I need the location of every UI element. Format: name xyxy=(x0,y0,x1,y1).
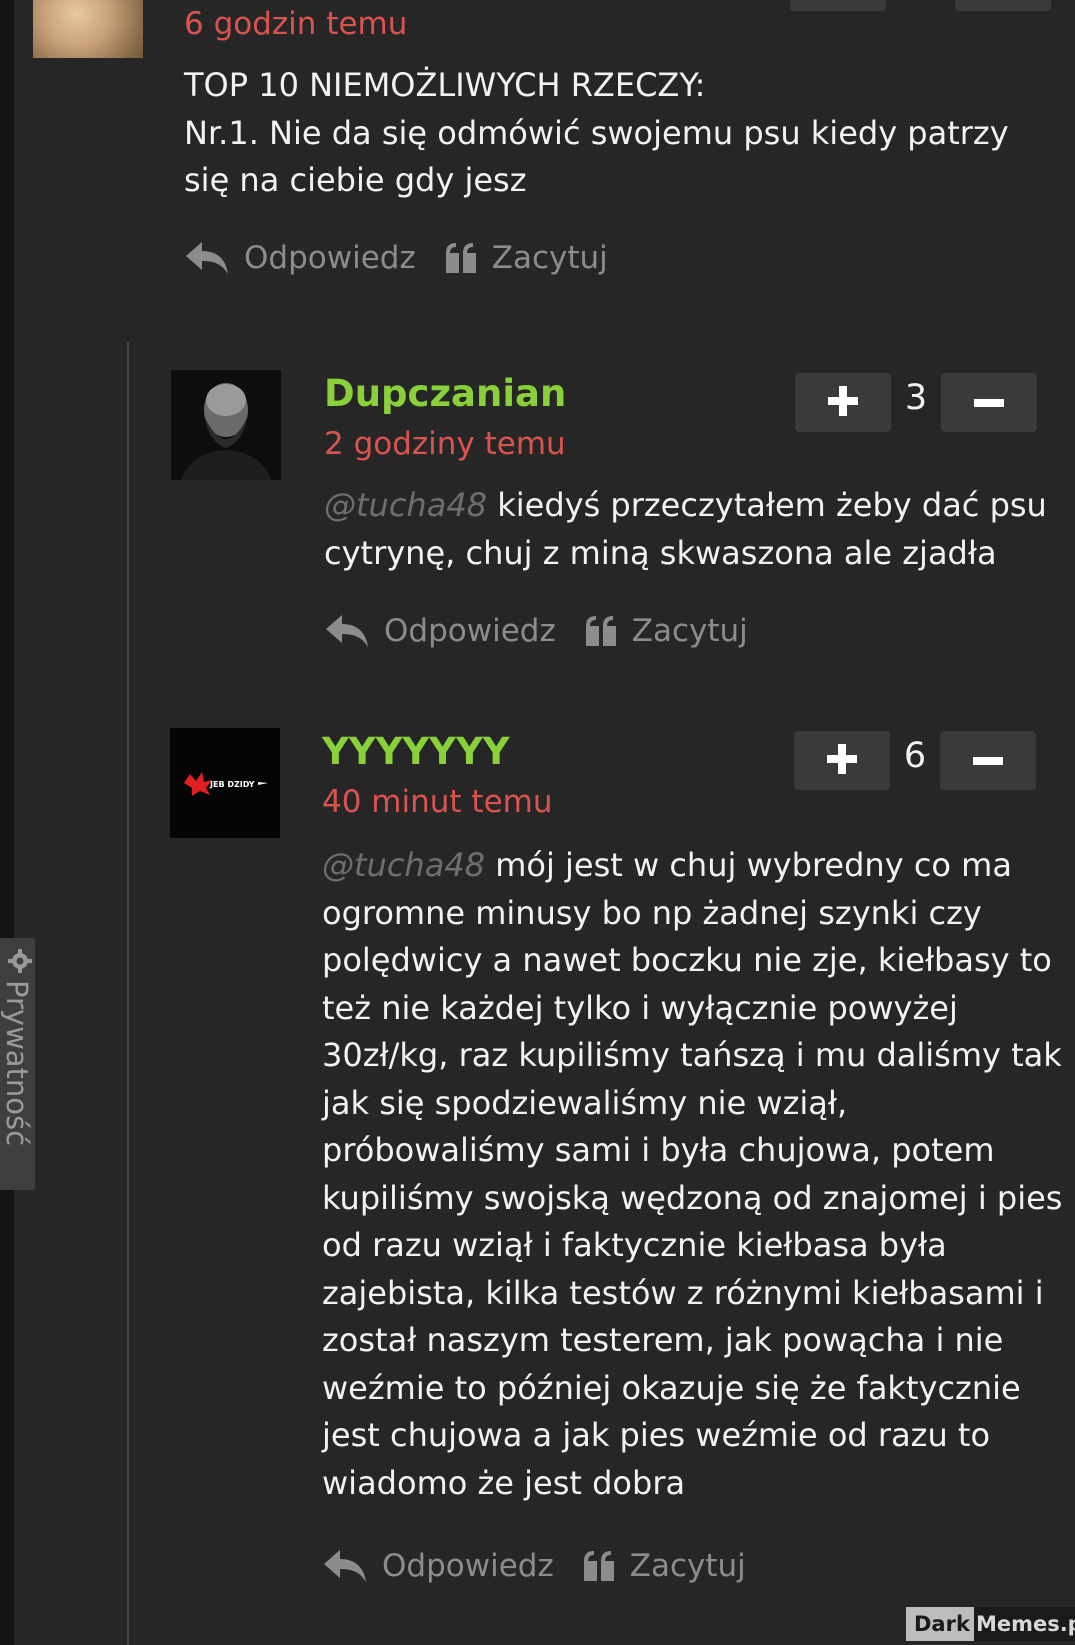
reply-label: Odpowiedz xyxy=(384,613,556,649)
quote-icon xyxy=(584,614,632,648)
upvote-button[interactable] xyxy=(794,731,890,790)
reply-button[interactable]: Odpowiedz xyxy=(324,613,556,649)
downvote-button[interactable] xyxy=(955,0,1051,11)
vote-score: 3 xyxy=(904,378,928,418)
comment-timestamp: 40 minut temu xyxy=(322,784,553,820)
reply-icon xyxy=(324,613,384,649)
downvote-button[interactable] xyxy=(940,731,1036,790)
reply-button[interactable]: Odpowiedz xyxy=(322,1548,554,1584)
comment-text: @tucha48 kiedyś przeczytałem żeby dać ps… xyxy=(324,482,1064,577)
reply-button[interactable]: Odpowiedz xyxy=(184,240,416,276)
plus-icon xyxy=(825,742,859,780)
user-mention[interactable]: @tucha48 xyxy=(324,486,487,524)
upvote-button[interactable] xyxy=(790,0,886,11)
quote-label: Zacytuj xyxy=(631,613,748,649)
comment-text: @tucha48 mój jest w chuj wybredny co ma … xyxy=(322,842,1067,1507)
minus-icon xyxy=(973,751,1003,770)
reply-icon xyxy=(322,1548,382,1584)
comment-actions: Odpowiedz Zacytuj xyxy=(324,613,748,649)
privacy-settings-tab[interactable]: Prywatność xyxy=(0,938,35,1190)
quote-button[interactable]: Zacytuj xyxy=(584,613,748,649)
avatar[interactable] xyxy=(171,370,281,480)
watermark-part: Memes.pl xyxy=(973,1607,1075,1641)
watermark-part: Dark xyxy=(906,1607,974,1641)
avatar-logo: JEB DZIDY xyxy=(184,772,268,796)
thread-indent-line xyxy=(127,342,129,1645)
user-mention[interactable]: @tucha48 xyxy=(322,846,485,884)
username[interactable]: Dupczanian xyxy=(324,372,566,415)
avatar-photo xyxy=(171,370,281,480)
quote-label: Zacytuj xyxy=(491,240,608,276)
quote-button[interactable]: Zacytuj xyxy=(582,1548,746,1584)
gear-icon xyxy=(0,948,34,980)
quote-label: Zacytuj xyxy=(629,1548,746,1584)
username[interactable]: YYYYYYY xyxy=(322,730,510,773)
site-watermark: Dark Memes.pl xyxy=(906,1607,1075,1641)
quote-icon xyxy=(444,241,492,275)
privacy-label: Prywatność xyxy=(0,980,34,1147)
upvote-button[interactable] xyxy=(795,373,891,432)
vote-score: 6 xyxy=(903,736,927,776)
comment-actions: Odpowiedz Zacytuj xyxy=(184,240,608,276)
avatar[interactable] xyxy=(33,0,143,58)
quote-button[interactable]: Zacytuj xyxy=(444,240,608,276)
quote-icon xyxy=(582,1549,630,1583)
reply-icon xyxy=(184,240,244,276)
comment-text-line: TOP 10 NIEMOŻLIWYCH RZECZY: xyxy=(184,66,706,104)
downvote-button[interactable] xyxy=(941,373,1037,432)
comment-text-body: mój jest w chuj wybredny co ma ogromne m… xyxy=(322,846,1063,1502)
comment-text-line: Nr.1. Nie da się odmówić swojemu psu kie… xyxy=(184,113,1009,200)
reply-label: Odpowiedz xyxy=(382,1548,554,1584)
minus-icon xyxy=(974,393,1004,412)
reply-label: Odpowiedz xyxy=(244,240,416,276)
comment-text: TOP 10 NIEMOŻLIWYCH RZECZY: Nr.1. Nie da… xyxy=(184,62,1064,205)
comment-actions: Odpowiedz Zacytuj xyxy=(322,1548,746,1584)
avatar-logo-text: JEB DZIDY xyxy=(209,780,255,789)
plus-icon xyxy=(826,384,860,422)
comment-timestamp: 6 godzin temu xyxy=(184,6,408,42)
comment-timestamp: 2 godziny temu xyxy=(324,426,566,462)
avatar[interactable]: JEB DZIDY xyxy=(170,728,280,838)
